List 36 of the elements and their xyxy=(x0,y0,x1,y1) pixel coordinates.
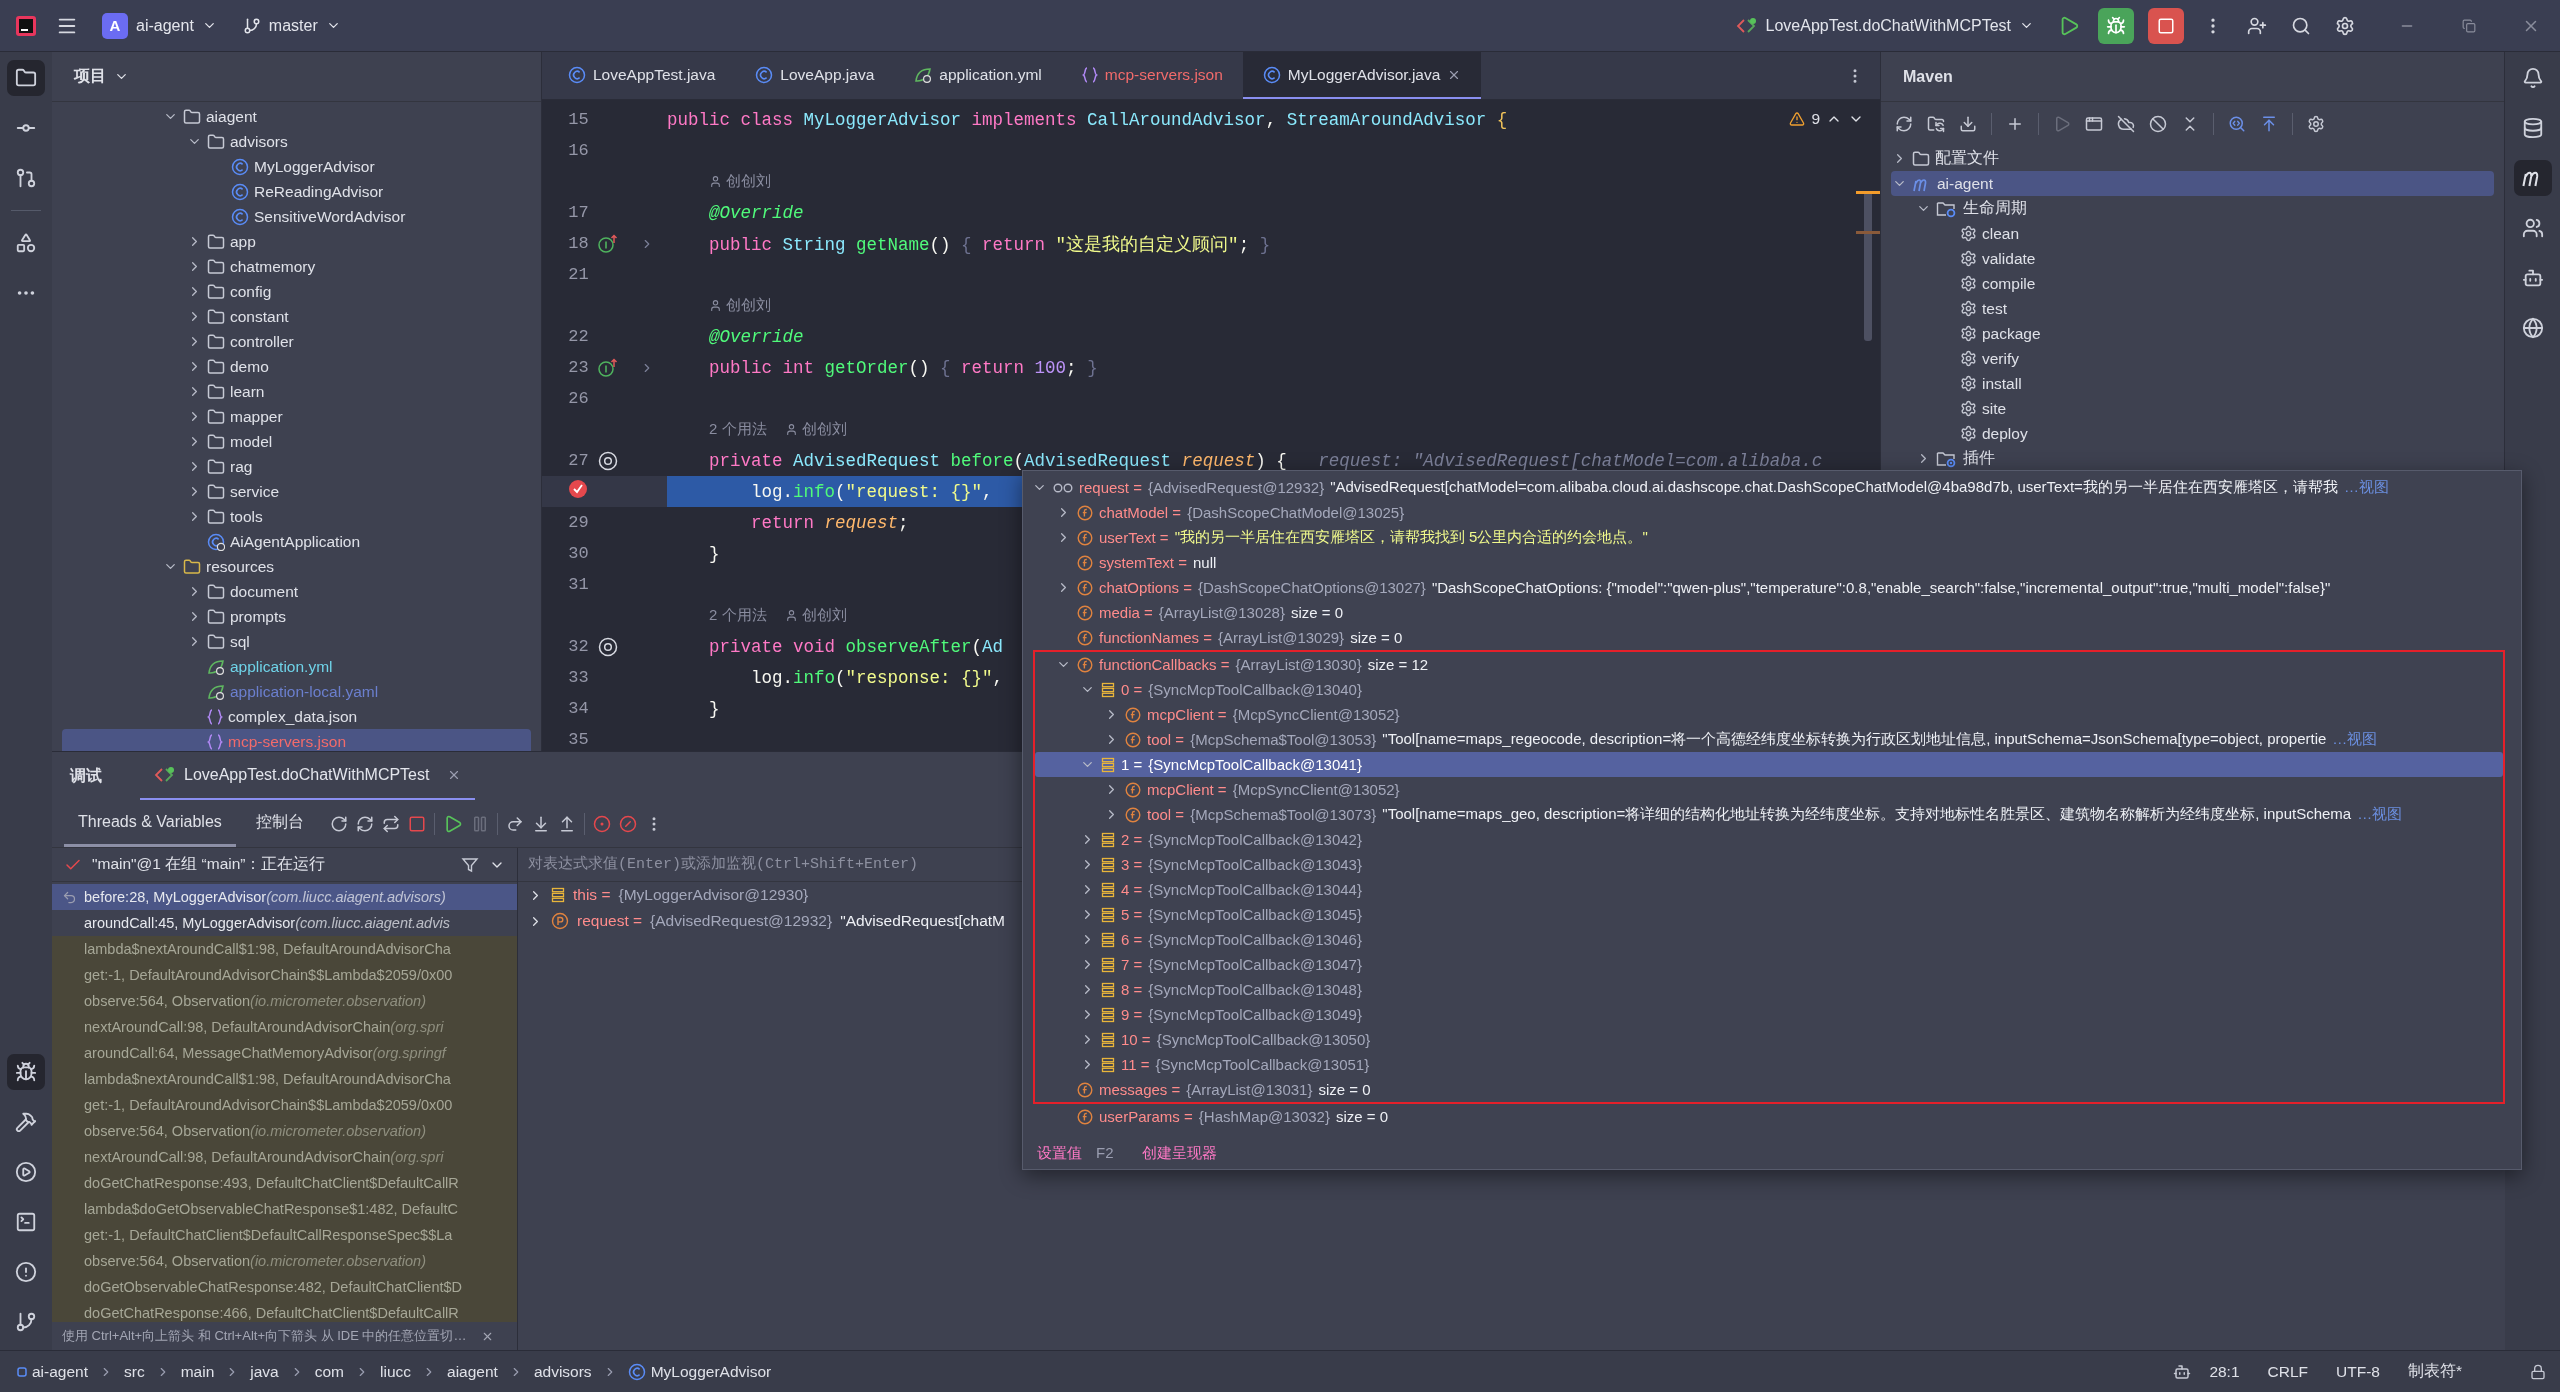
code-line: log.info("response: {}", xyxy=(750,667,1004,688)
code-hint: 创创刘 xyxy=(709,172,771,191)
line-number: 15 xyxy=(567,110,589,129)
code-line: private AdvisedRequest before(AdvisedRequest request) { request: "AdvisedRequest[chatModel=com.alibaba.c xyxy=(708,450,1823,471)
line-number: 31 xyxy=(567,575,589,594)
line-number: 16 xyxy=(567,141,589,160)
code-hint: 2 个用法 创创刘 xyxy=(709,606,847,625)
line-number: 23 xyxy=(567,358,589,377)
code-line: } xyxy=(708,698,720,719)
line-number: 21 xyxy=(567,265,589,284)
code-line: public class MyLoggerAdvisor implements CallAroundAdvisor, StreamAroundAdvisor { xyxy=(667,109,1508,130)
line-number: 29 xyxy=(567,513,589,532)
code-line: @Override xyxy=(708,202,804,223)
code-line: } xyxy=(708,543,720,564)
line-number: 30 xyxy=(567,544,589,563)
code-line: log.info("request: {}", xyxy=(750,481,993,502)
panel-title: Maven xyxy=(1903,67,1953,86)
code-line: public String getName() { return "这是我的自定义顾问"; } xyxy=(708,233,1271,256)
code-hint: 创创刘 xyxy=(709,296,771,315)
code-line: public int getOrder() { return 100; } xyxy=(708,357,1098,378)
line-number: 17 xyxy=(567,203,589,222)
panel-title: 调试 xyxy=(70,765,102,786)
code-line: private void observeAfter(Ad xyxy=(708,636,1004,657)
line-number: 18 xyxy=(567,234,589,253)
line-number: 27 xyxy=(567,451,589,470)
code-line: return request; xyxy=(750,512,909,533)
line-number: 33 xyxy=(567,668,589,687)
line-number: 32 xyxy=(567,637,589,656)
code-hint: 2 个用法 创创刘 xyxy=(709,420,847,439)
warning-count: 9 xyxy=(1811,110,1820,128)
line-number: 34 xyxy=(567,699,589,718)
line-number: 26 xyxy=(567,389,589,408)
line-number: 35 xyxy=(567,730,589,749)
code-line: @Override xyxy=(708,326,804,347)
line-number: 22 xyxy=(567,327,589,346)
hint-text: 使用 Ctrl+Alt+向上箭头 和 Ctrl+Alt+向下箭头 从 IDE 中的任意位置切… xyxy=(62,1327,467,1345)
